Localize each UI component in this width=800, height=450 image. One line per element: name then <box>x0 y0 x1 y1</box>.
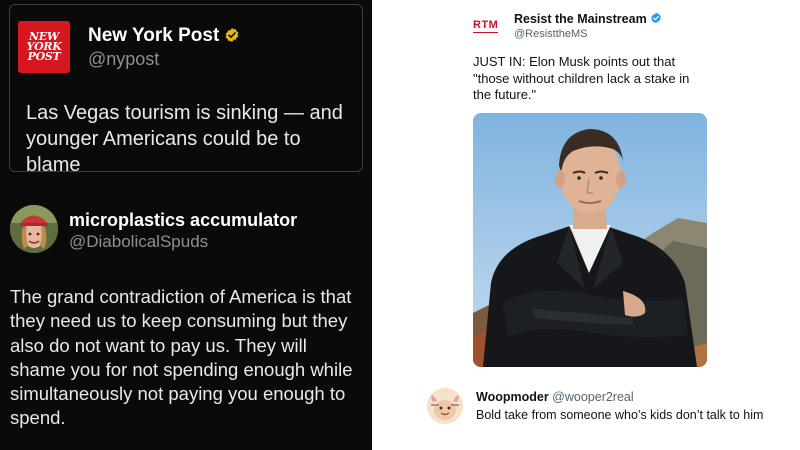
reply2-author-name[interactable]: Woopmoder <box>476 390 549 404</box>
photo-image <box>473 113 707 367</box>
main-post-text: JUST IN: Elon Musk points out that "thos… <box>473 54 690 102</box>
right-screenshot-panel: RTM Resist the Mainstream @ResisttheMS J… <box>372 0 800 450</box>
left-screenshot-panel: NEW YORK POST New York Post @nypost Las … <box>0 0 372 450</box>
main-author-name-text[interactable]: Resist the Mainstream <box>514 12 647 26</box>
wooper-avatar-image <box>427 388 463 424</box>
main-author-name[interactable]: Resist the Mainstream <box>514 12 662 26</box>
avatar[interactable] <box>427 388 463 424</box>
quoted-author-handle[interactable]: @nypost <box>88 49 159 70</box>
nypost-avatar-logo[interactable]: NEW YORK POST <box>18 21 70 73</box>
quoted-post-card[interactable]: NEW YORK POST New York Post @nypost Las … <box>9 4 363 176</box>
reply2-author-handle[interactable]: @wooper2real <box>552 390 633 404</box>
post-photo[interactable] <box>473 113 707 367</box>
rtm-avatar-logo[interactable]: RTM <box>473 19 499 33</box>
reply-post-text: The grand contradiction of America is th… <box>10 286 353 429</box>
reply2-author-line[interactable]: Woopmoder @wooper2real <box>476 390 634 404</box>
blue-verified-icon <box>650 12 661 24</box>
quoted-author-name[interactable]: New York Post <box>88 25 240 47</box>
reply-author-handle[interactable]: @DiabolicalSpuds <box>69 232 208 252</box>
reply2-post-text: Bold take from someone who’s kids don’t … <box>476 408 764 422</box>
gold-verified-icon <box>225 28 239 42</box>
logo-line-3: POST <box>27 50 61 63</box>
user-avatar-image <box>10 205 58 253</box>
quoted-post-text: Las Vegas tourism is sinking — and young… <box>26 102 343 176</box>
reply-author-name[interactable]: microplastics accumulator <box>69 210 297 231</box>
quoted-author-name-text[interactable]: New York Post <box>88 25 219 46</box>
main-author-handle[interactable]: @ResisttheMS <box>514 28 588 40</box>
avatar[interactable] <box>10 205 58 253</box>
